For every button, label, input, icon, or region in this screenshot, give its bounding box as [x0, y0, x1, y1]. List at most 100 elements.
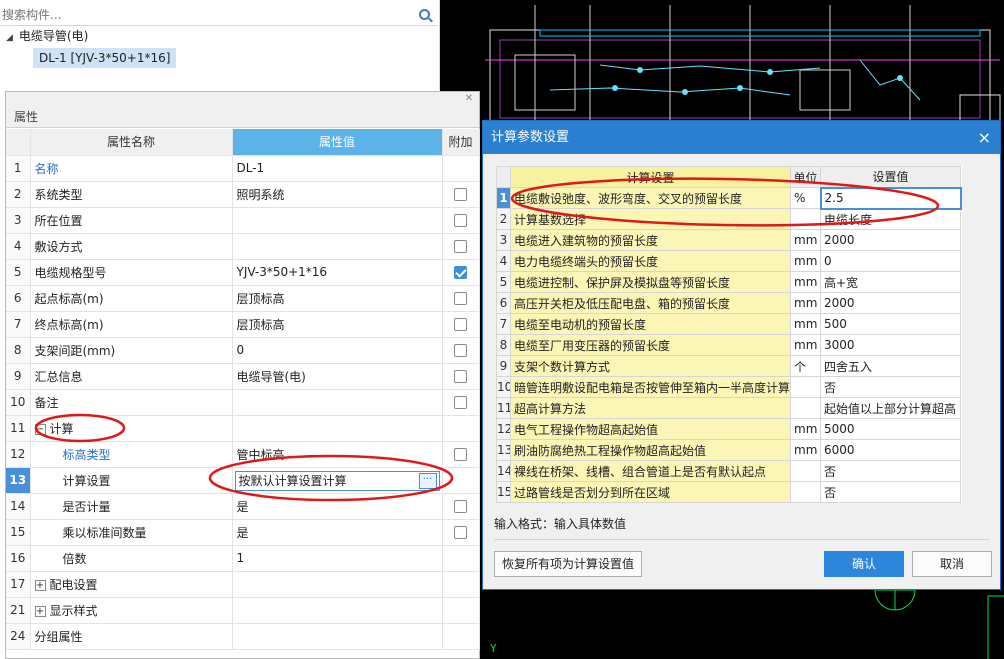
property-value-editor[interactable]: 按默认计算设置计算 ··· — [232, 467, 443, 494]
property-value[interactable] — [232, 623, 443, 650]
calc-row[interactable]: 10 暗管连明敷设配电箱是否按管伸至箱内一半高度计算 否 — [496, 376, 961, 398]
collapse-icon[interactable]: − — [34, 423, 46, 435]
extra-checkbox[interactable] — [454, 318, 467, 331]
extra-checkbox[interactable] — [454, 500, 467, 513]
table-row[interactable]: 24 分组属性 — [6, 623, 480, 650]
table-row[interactable]: 2 系统类型 照明系统 — [6, 181, 480, 208]
table-row[interactable]: 10 备注 — [6, 389, 480, 416]
table-row[interactable]: 16 倍数 1 — [6, 545, 480, 572]
cancel-button[interactable]: 取消 — [912, 551, 992, 577]
table-row[interactable]: 14 是否计量 是 — [6, 493, 480, 520]
calc-value[interactable]: 500 — [820, 313, 961, 335]
calc-row[interactable]: 7 电缆至电动机的预留长度 mm 500 — [496, 313, 961, 335]
property-value[interactable]: 是 — [232, 519, 443, 546]
calc-row[interactable]: 9 支架个数计算方式 个 四舍五入 — [496, 355, 961, 377]
property-name-label: 乘以标准间数量 — [62, 525, 147, 540]
table-row-group-calc[interactable]: 11 − 计算 — [6, 415, 480, 442]
calc-row-selected[interactable]: 1 电缆敷设弛度、波形弯度、交叉的预留长度 % 2.5 — [496, 186, 962, 210]
table-row[interactable]: 8 支架间距(mm) 0 — [6, 337, 480, 364]
table-row[interactable]: 4 敷设方式 — [6, 233, 480, 260]
calc-row[interactable]: 11 超高计算方法 起始值以上部分计算超高 — [496, 397, 961, 419]
extra-cell — [442, 571, 480, 598]
table-row[interactable]: 5 电缆规格型号 YJV-3*50+1*16 — [6, 259, 480, 286]
expand-icon[interactable]: + — [34, 579, 46, 591]
calc-value[interactable]: 起始值以上部分计算超高 — [820, 397, 961, 419]
table-row[interactable]: 1 名称 DL-1 — [6, 155, 480, 182]
calc-row[interactable]: 14 裸线在桥架、线槽、组合管道上是否有默认起点 否 — [496, 460, 961, 482]
extra-checkbox-checked[interactable] — [454, 266, 467, 279]
search-icon[interactable] — [419, 9, 430, 20]
tree-node-dl-1[interactable]: DL-1 [YJV-3*50+1*16] — [33, 48, 177, 68]
property-value[interactable] — [232, 389, 443, 416]
property-value[interactable]: YJV-3*50+1*16 — [232, 259, 443, 286]
extra-checkbox[interactable] — [454, 292, 467, 305]
property-value[interactable] — [232, 233, 443, 260]
property-value[interactable]: DL-1 — [232, 155, 443, 182]
extra-cell — [442, 545, 480, 572]
calc-value[interactable]: 2000 — [820, 292, 961, 314]
property-value[interactable]: 层顶标高 — [232, 285, 443, 312]
table-row[interactable]: 6 起点标高(m) 层顶标高 — [6, 285, 480, 312]
confirm-button[interactable]: 确认 — [824, 551, 904, 577]
calc-row[interactable]: 13 刷油防腐绝热工程操作物超高起始值 mm 6000 — [496, 439, 961, 461]
calc-value[interactable]: 2.5 — [819, 186, 962, 210]
table-row[interactable]: 15 乘以标准间数量 是 — [6, 519, 480, 546]
table-row[interactable]: 3 所在位置 — [6, 207, 480, 234]
close-icon[interactable]: × — [978, 121, 991, 154]
tree-expand-arrow-icon[interactable]: ◢ — [6, 33, 13, 43]
property-value[interactable]: 管中标高 — [232, 441, 443, 468]
extra-checkbox[interactable] — [454, 448, 467, 461]
extra-checkbox[interactable] — [454, 214, 467, 227]
extra-checkbox[interactable] — [454, 188, 467, 201]
row-number: 13 — [6, 467, 31, 494]
table-row[interactable]: 7 终点标高(m) 层顶标高 — [6, 311, 480, 338]
ellipsis-button[interactable]: ··· — [418, 472, 437, 489]
property-value[interactable] — [232, 207, 443, 234]
property-value[interactable]: 0 — [232, 337, 443, 364]
calc-setting-field[interactable]: 按默认计算设置计算 ··· — [234, 470, 440, 491]
row-number: 4 — [496, 250, 511, 272]
calc-value[interactable]: 0 — [820, 250, 961, 272]
calc-row[interactable]: 4 电力电缆终端头的预留长度 mm 0 — [496, 250, 961, 272]
calc-unit: 个 — [790, 355, 821, 377]
calc-value[interactable]: 四舍五入 — [820, 355, 961, 377]
calc-value[interactable]: 高+宽 — [820, 271, 961, 293]
calc-row[interactable]: 5 电缆进控制、保护屏及模拟盘等预留长度 mm 高+宽 — [496, 271, 961, 293]
table-row-group-display[interactable]: 21 + 显示样式 — [6, 597, 480, 624]
table-row[interactable]: 12 标高类型 管中标高 — [6, 441, 480, 468]
calc-value[interactable]: 3000 — [820, 334, 961, 356]
extra-checkbox[interactable] — [454, 370, 467, 383]
table-row-selected[interactable]: 13 计算设置 按默认计算设置计算 ··· — [6, 467, 480, 494]
property-value[interactable]: 照明系统 — [232, 181, 443, 208]
property-value[interactable]: 层顶标高 — [232, 311, 443, 338]
close-icon[interactable]: ✕ — [465, 92, 473, 106]
table-row-group-distribution[interactable]: 17 + 配电设置 — [6, 571, 480, 598]
calc-row[interactable]: 6 高压开关柜及低压配电盘、箱的预留长度 mm 2000 — [496, 292, 961, 314]
extra-checkbox[interactable] — [454, 526, 467, 539]
calc-row[interactable]: 3 电缆进入建筑物的预留长度 mm 2000 — [496, 229, 961, 251]
calc-unit: mm — [790, 334, 821, 356]
calc-value[interactable]: 5000 — [820, 418, 961, 440]
property-value[interactable]: 是 — [232, 493, 443, 520]
expand-icon[interactable]: + — [34, 605, 46, 617]
search-input[interactable] — [0, 6, 400, 24]
calc-value[interactable]: 电缆长度 — [820, 208, 961, 230]
extra-checkbox[interactable] — [454, 344, 467, 357]
property-value[interactable]: 电缆导管(电) — [232, 363, 443, 390]
calc-value[interactable]: 6000 — [820, 439, 961, 461]
calc-value[interactable]: 否 — [820, 460, 961, 482]
calc-value[interactable]: 否 — [820, 481, 961, 503]
extra-checkbox[interactable] — [454, 240, 467, 253]
extra-checkbox[interactable] — [454, 396, 467, 409]
row-number: 2 — [496, 208, 511, 230]
calc-row[interactable]: 8 电缆至厂用变压器的预留长度 mm 3000 — [496, 334, 961, 356]
table-row[interactable]: 9 汇总信息 电缆导管(电) — [6, 363, 480, 390]
calc-value[interactable]: 2000 — [820, 229, 961, 251]
calc-row[interactable]: 12 电气工程操作物超高起始值 mm 5000 — [496, 418, 961, 440]
restore-defaults-button[interactable]: 恢复所有项为计算设置值 — [494, 551, 642, 577]
tree-node-cable-conduit[interactable]: ◢ 电缆导管(电) — [6, 26, 88, 46]
calc-row[interactable]: 15 过路管线是否划分到所在区域 否 — [496, 481, 961, 503]
calc-value[interactable]: 否 — [820, 376, 961, 398]
property-value[interactable]: 1 — [232, 545, 443, 572]
calc-row[interactable]: 2 计算基数选择 电缆长度 — [496, 208, 961, 230]
